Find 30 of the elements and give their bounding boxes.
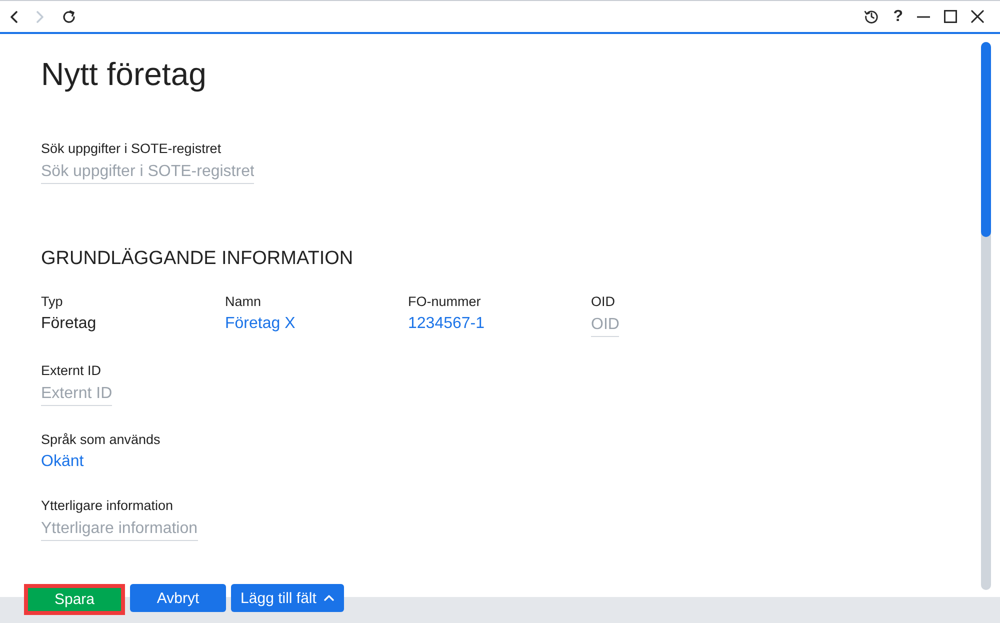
field-label: Sök uppgifter i SOTE-registret (41, 140, 222, 157)
minimize-icon[interactable] (917, 16, 930, 18)
field-label: Externt ID (41, 362, 102, 379)
field-label: Namn (225, 293, 262, 310)
refresh-icon[interactable] (62, 10, 76, 24)
input-field[interactable]: Externt ID (41, 383, 112, 406)
scrollbar-thumb[interactable] (981, 42, 991, 237)
field-value: Företag (41, 314, 96, 334)
cancel-button[interactable]: Avbryt (130, 584, 226, 612)
caret-up-icon (324, 595, 334, 601)
section-heading: GRUNDLÄGGANDE INFORMATION (41, 247, 354, 271)
add-field-button[interactable]: Lägg till fält (231, 584, 344, 612)
field-label: Typ (41, 293, 63, 310)
field-label: Språk som används (41, 431, 160, 448)
field-value-link[interactable]: 1234567-1 (408, 314, 485, 334)
page-title: Nytt företag (41, 55, 206, 94)
field-label: OID (591, 293, 616, 310)
field-value-link[interactable]: Okänt (41, 452, 84, 472)
field-label: Ytterligare information (41, 497, 174, 514)
search-field[interactable]: Sök uppgifter i SOTE-registret (41, 161, 254, 184)
save-button[interactable]: Spara (24, 584, 125, 615)
field-label: FO-nummer (408, 293, 481, 310)
history-clock-icon[interactable] (864, 9, 880, 24)
help-button[interactable]: ? (893, 8, 903, 26)
input-field[interactable]: OID (591, 314, 620, 337)
close-icon[interactable] (971, 10, 984, 23)
back-icon[interactable] (10, 10, 18, 22)
maximize-icon[interactable] (944, 10, 957, 23)
field-value-link[interactable]: Företag X (225, 314, 296, 334)
input-field[interactable]: Ytterligare information (41, 518, 198, 541)
